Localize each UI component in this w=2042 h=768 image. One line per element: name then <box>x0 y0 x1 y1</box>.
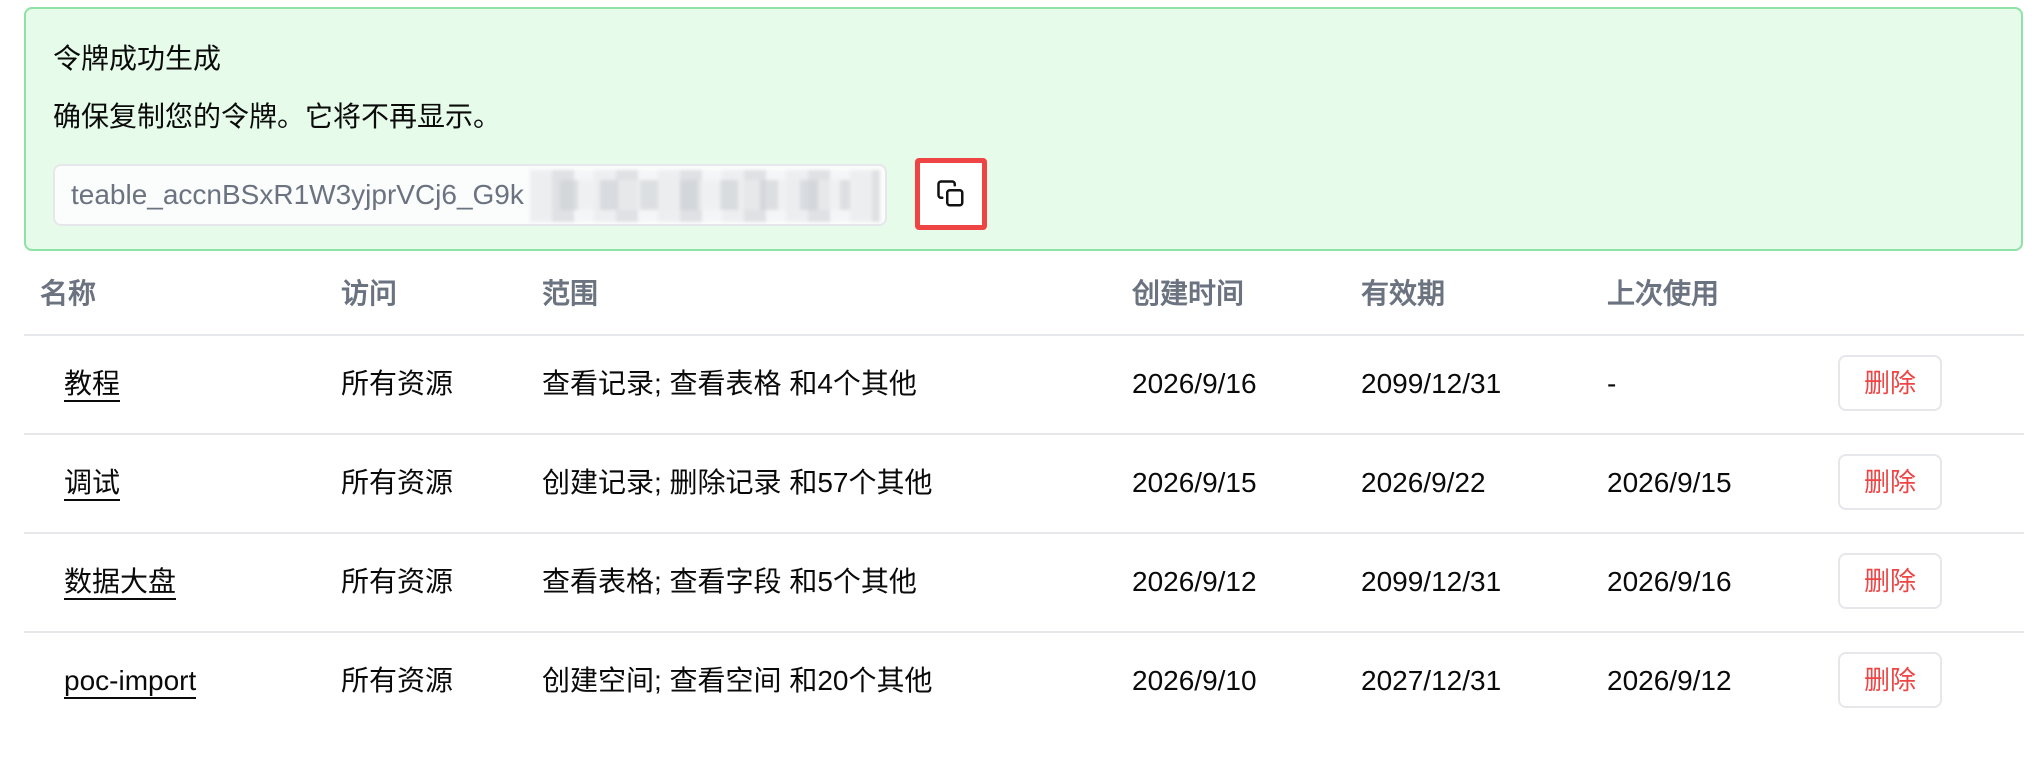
last-used-cell: 2026/9/15 <box>1607 467 1732 498</box>
expires-cell: 2099/12/31 <box>1361 566 1502 597</box>
created-cell: 2026/9/16 <box>1132 368 1257 399</box>
token-name-link[interactable]: 教程 <box>64 368 121 402</box>
scope-cell: 创建空间; 查看空间 和20个其他 <box>542 665 933 696</box>
token-value[interactable]: teable_accnBSxR1W3yjprVCj6_G9k <box>71 166 524 224</box>
access-cell: 所有资源 <box>341 665 454 696</box>
token-name-link[interactable]: poc-import <box>64 665 197 699</box>
banner-title: 令牌成功生成 <box>53 43 222 74</box>
created-cell: 2026/9/15 <box>1132 467 1257 498</box>
scope-cell: 查看表格; 查看字段 和5个其他 <box>542 566 917 597</box>
header-last-used: 上次使用 <box>1607 278 1720 309</box>
table-header: 名称 访问 范围 创建时间 有效期 上次使用 <box>24 252 2024 336</box>
token-success-banner: 令牌成功生成 确保复制您的令牌。它将不再显示。 teable_accnBSxR1… <box>24 7 2023 251</box>
access-cell: 所有资源 <box>341 368 454 399</box>
access-cell: 所有资源 <box>341 467 454 498</box>
created-cell: 2026/9/12 <box>1132 566 1257 597</box>
last-used-cell: - <box>1607 368 1617 399</box>
delete-button[interactable]: 删除 <box>1838 652 1942 708</box>
table-row: 教程 所有资源 查看记录; 查看表格 和4个其他 2026/9/16 2099/… <box>24 336 2024 435</box>
header-scope: 范围 <box>542 278 599 309</box>
header-created: 创建时间 <box>1132 278 1245 309</box>
token-name-link[interactable]: 调试 <box>64 467 121 501</box>
token-name-cell: poc-import <box>64 661 197 701</box>
table-row: 数据大盘 所有资源 查看表格; 查看字段 和5个其他 2026/9/12 209… <box>24 534 2024 633</box>
header-expires: 有效期 <box>1361 278 1446 309</box>
copy-token-button[interactable] <box>915 158 987 230</box>
tokens-table: 名称 访问 范围 创建时间 有效期 上次使用 教程 所有资源 查看记录; 查看表… <box>24 252 2024 730</box>
table-row: poc-import 所有资源 创建空间; 查看空间 和20个其他 2026/9… <box>24 633 2024 730</box>
expires-cell: 2099/12/31 <box>1361 368 1502 399</box>
scope-cell: 查看记录; 查看表格 和4个其他 <box>542 368 917 399</box>
copy-icon <box>936 179 966 209</box>
delete-button[interactable]: 删除 <box>1838 355 1942 411</box>
last-used-cell: 2026/9/12 <box>1607 665 1732 696</box>
created-cell: 2026/9/10 <box>1132 665 1257 696</box>
delete-button[interactable]: 删除 <box>1838 454 1942 510</box>
header-name: 名称 <box>40 278 97 309</box>
token-field[interactable]: teable_accnBSxR1W3yjprVCj6_G9k <box>53 164 887 226</box>
page: 令牌成功生成 确保复制您的令牌。它将不再显示。 teable_accnBSxR1… <box>0 0 2042 768</box>
expires-cell: 2027/12/31 <box>1361 665 1502 696</box>
delete-button[interactable]: 删除 <box>1838 553 1942 609</box>
scope-cell: 创建记录; 删除记录 和57个其他 <box>542 467 933 498</box>
table-row: 调试 所有资源 创建记录; 删除记录 和57个其他 2026/9/15 2026… <box>24 435 2024 534</box>
header-access: 访问 <box>341 278 398 309</box>
access-cell: 所有资源 <box>341 566 454 597</box>
token-redacted-area <box>530 170 880 222</box>
token-name-link[interactable]: 数据大盘 <box>64 566 177 600</box>
token-name-cell: 数据大盘 <box>64 562 177 602</box>
token-name-cell: 调试 <box>64 463 121 503</box>
expires-cell: 2026/9/22 <box>1361 467 1486 498</box>
banner-description: 确保复制您的令牌。它将不再显示。 <box>53 101 502 132</box>
last-used-cell: 2026/9/16 <box>1607 566 1732 597</box>
token-name-cell: 教程 <box>64 364 121 404</box>
